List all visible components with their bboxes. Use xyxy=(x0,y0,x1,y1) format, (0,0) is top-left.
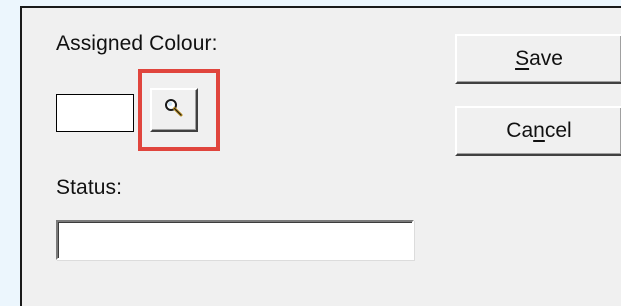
magnifier-icon xyxy=(163,97,185,124)
cancel-button[interactable]: Cancel xyxy=(455,106,621,156)
colour-lookup-button[interactable] xyxy=(150,88,198,132)
save-button[interactable]: Save xyxy=(455,34,621,84)
status-label: Status: xyxy=(56,176,123,199)
status-field[interactable] xyxy=(56,220,414,260)
assigned-colour-label: Assigned Colour: xyxy=(56,32,218,55)
cancel-button-label: Cancel xyxy=(506,119,572,142)
save-button-label: Save xyxy=(515,47,563,70)
assigned-colour-swatch xyxy=(56,94,134,132)
dialog-window: Assigned Colour: Status: Save Cancel xyxy=(20,6,621,306)
